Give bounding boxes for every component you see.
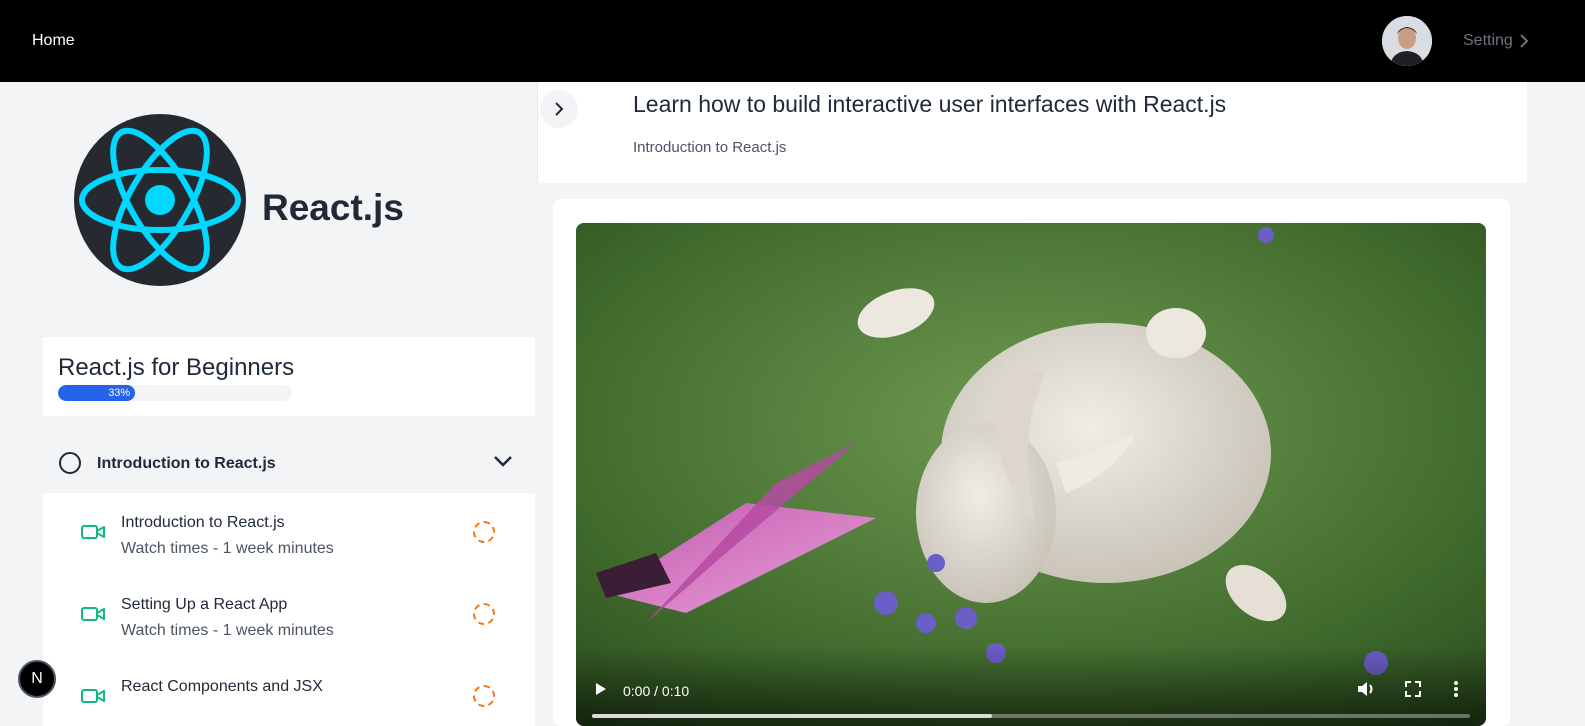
toggle-sidebar-button[interactable] — [540, 90, 578, 128]
video-player[interactable]: 0:00 / 0:10 — [576, 223, 1486, 726]
lesson-item[interactable]: React Components and JSX — [43, 657, 535, 726]
lesson-header: Learn how to build interactive user inte… — [537, 82, 1527, 183]
user-avatar-icon — [1382, 16, 1432, 66]
play-icon[interactable] — [594, 681, 608, 697]
page-title: Learn how to build interactive user inte… — [633, 91, 1227, 117]
pending-status-icon — [473, 685, 495, 707]
nav-home-link[interactable]: Home — [32, 32, 75, 50]
lesson-subtitle: Introduction to React.js — [633, 139, 787, 156]
chevron-down-icon — [494, 456, 512, 467]
lesson-title: React Components and JSX — [121, 678, 323, 695]
video-controls: 0:00 / 0:10 — [576, 646, 1486, 726]
chevron-right-icon — [1520, 34, 1529, 48]
top-navbar: Home Setting — [0, 0, 1585, 82]
setting-link[interactable]: Setting — [1463, 32, 1531, 50]
setting-label: Setting — [1463, 32, 1513, 49]
video-icon — [81, 689, 105, 703]
pending-status-icon — [473, 521, 495, 543]
volume-icon[interactable] — [1356, 680, 1376, 698]
pending-status-icon — [473, 603, 495, 625]
section-status-icon — [59, 452, 81, 474]
video-buffer-bar — [592, 714, 992, 718]
more-options-icon[interactable] — [1453, 680, 1459, 698]
lesson-list: Introduction to React.js Watch times - 1… — [43, 493, 535, 726]
lesson-title: Introduction to React.js — [121, 514, 285, 531]
chevron-right-icon — [555, 102, 564, 116]
video-icon — [81, 525, 105, 539]
progress-fill: 33% — [58, 385, 136, 401]
lesson-item[interactable]: Setting Up a React App Watch times - 1 w… — [43, 575, 535, 657]
lesson-subtitle: Watch times - 1 week minutes — [121, 540, 334, 557]
course-sidebar: React.js React.js for Beginners 33% Intr… — [0, 82, 536, 726]
lesson-title: Setting Up a React App — [121, 596, 288, 613]
video-icon — [81, 607, 105, 621]
nextjs-dev-badge[interactable]: N — [18, 660, 56, 698]
course-name: React.js — [262, 187, 404, 228]
react-logo-icon — [74, 114, 246, 286]
course-title: React.js for Beginners — [58, 354, 295, 381]
video-seek-bar[interactable] — [592, 714, 1470, 718]
lesson-item[interactable]: Introduction to React.js Watch times - 1… — [43, 493, 535, 575]
section-title: Introduction to React.js — [97, 455, 276, 472]
avatar[interactable] — [1382, 16, 1432, 66]
section-header[interactable]: Introduction to React.js — [43, 416, 535, 493]
progress-bar: 33% — [58, 385, 292, 401]
lesson-subtitle: Watch times - 1 week minutes — [121, 622, 334, 639]
video-time: 0:00 / 0:10 — [623, 683, 690, 699]
course-progress-card: React.js for Beginners 33% — [43, 337, 535, 416]
fullscreen-icon[interactable] — [1404, 680, 1422, 698]
